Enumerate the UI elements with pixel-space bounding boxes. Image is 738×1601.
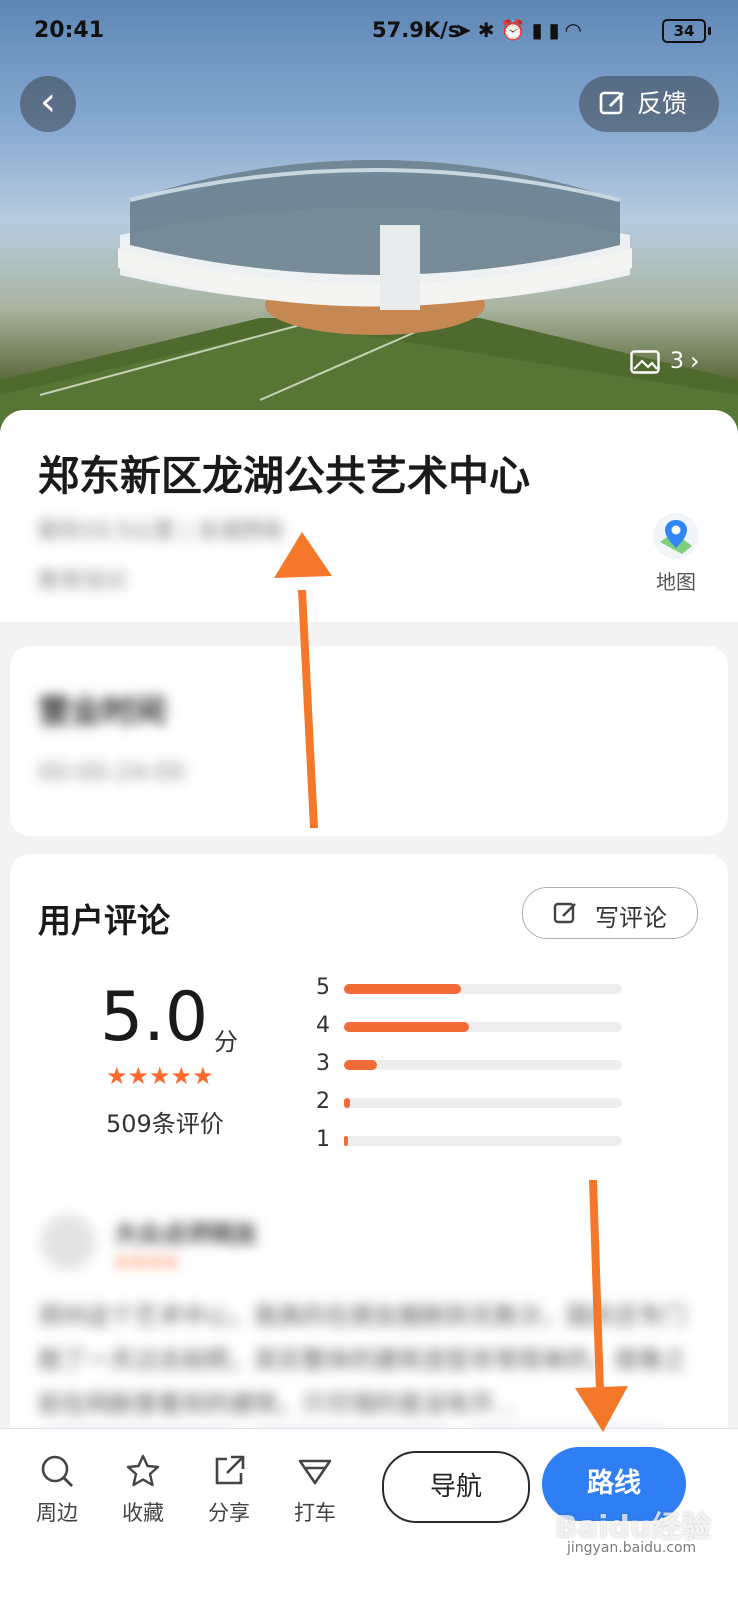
rating-bar-track — [344, 984, 622, 994]
signal-icon: ▮ — [531, 18, 549, 42]
share-icon — [215, 1455, 245, 1485]
tab-share[interactable]: 分享 — [194, 1453, 264, 1527]
tab-taxi[interactable]: 打车 — [280, 1453, 350, 1527]
rating-row-label: 5 — [316, 975, 330, 1000]
hero-photo[interactable] — [0, 0, 738, 440]
image-icon — [630, 350, 660, 374]
rating-bar-track — [344, 1060, 622, 1070]
write-review-label: 写评论 — [595, 904, 667, 932]
status-icons: ➤✱⏰▮▮◠ — [455, 18, 587, 42]
business-hours-card[interactable]: 营业时间 00:00-24:00 — [10, 646, 728, 836]
poi-title-text: 郑东新区龙湖公共艺术中心 — [38, 452, 530, 500]
map-button[interactable]: 地图 — [648, 512, 704, 595]
chevron-right-icon: › — [690, 347, 700, 375]
rating-bar-fill — [344, 1022, 470, 1032]
rating-bar-fill — [344, 984, 461, 994]
search-icon — [41, 1455, 73, 1487]
alarm-icon: ⏰ — [500, 18, 532, 42]
write-review-button[interactable]: 写评论 — [522, 887, 698, 939]
tab-favorite[interactable]: 收藏 — [108, 1453, 178, 1527]
edit-icon — [553, 902, 576, 924]
reviewer-stars: ★★★★ — [114, 1252, 179, 1273]
rating-row-label: 2 — [316, 1089, 330, 1114]
rating-bar-fill — [344, 1098, 350, 1108]
review-text[interactable]: 郑州这个艺术中心，我真的在朋友圈刷到无数次，国庆还专门跑了一天过去拍照，其实整体… — [38, 1294, 688, 1426]
feedback-label: 反馈 — [637, 89, 688, 118]
navigate-button[interactable]: 导航 — [382, 1451, 530, 1523]
reviews-title: 用户评论 — [38, 901, 170, 940]
rating-row-label: 3 — [316, 1051, 330, 1076]
rating-row-label: 4 — [316, 1013, 330, 1038]
hours-title: 营业时间 — [38, 692, 167, 730]
tab-share-label: 分享 — [208, 1501, 250, 1525]
rating-stars: ★★★★★ — [106, 1062, 214, 1090]
taxi-icon — [298, 1459, 332, 1485]
edit-icon — [599, 91, 625, 115]
tab-favorite-label: 收藏 — [122, 1501, 164, 1525]
poi-title: 郑东新区龙湖公共艺术中心 — [38, 442, 530, 502]
watermark-url: jingyan.baidu.com — [567, 1540, 697, 1556]
wifi-icon: ◠ — [565, 18, 587, 42]
signal-hd-icon: ▮ — [548, 18, 566, 42]
rating-row-5: 5 — [316, 975, 636, 1001]
rating-bar-fill — [344, 1060, 378, 1070]
feedback-button[interactable]: 反馈 — [579, 76, 719, 132]
photo-count: 3 — [670, 349, 684, 374]
tab-nearby[interactable]: 周边 — [22, 1453, 92, 1527]
status-bar: 20:41 57.9K/s ➤✱⏰▮▮◠ 34 — [0, 0, 738, 64]
location-icon: ➤ — [455, 18, 478, 42]
hours-value: 00:00-24:00 — [38, 758, 185, 786]
map-pin-icon — [653, 513, 699, 559]
rating-row-label: 1 — [316, 1127, 330, 1152]
rating-row-4: 4 — [316, 1013, 636, 1039]
rating-unit: 分 — [214, 1028, 238, 1056]
rating-row-2: 2 — [316, 1089, 636, 1115]
back-arrow-icon: ‹ — [40, 79, 56, 125]
map-label: 地图 — [656, 570, 696, 594]
poi-distance-address: 距你10.5公里 | 龙湖西街 — [38, 519, 285, 544]
rating-score: 5.0 — [100, 978, 209, 1057]
rating-row-3: 3 — [316, 1051, 636, 1077]
star-icon — [126, 1454, 160, 1487]
poi-category: 教育培训 — [38, 569, 127, 594]
tab-nearby-label: 周边 — [36, 1501, 78, 1525]
battery-indicator: 34 — [662, 19, 711, 43]
rating-row-1: 1 — [316, 1127, 636, 1153]
building-illustration — [0, 160, 738, 440]
rating-bar-fill — [344, 1136, 348, 1146]
reviewer-name: 大众点评网友 — [114, 1220, 258, 1248]
network-speed: 57.9K/s — [372, 18, 461, 42]
reviews-card: 用户评论 写评论 5.0 分 ★★★★★ 509条评价 5 4 3 2 1 大众点评网友… — [10, 854, 728, 1494]
rating-bar-track — [344, 1022, 622, 1032]
bluetooth-icon: ✱ — [477, 18, 501, 42]
avatar — [40, 1214, 96, 1270]
tab-taxi-label: 打车 — [294, 1501, 336, 1525]
rating-bar-track — [344, 1098, 622, 1108]
status-time: 20:41 — [34, 18, 105, 43]
rating-bar-track — [344, 1136, 622, 1146]
back-button[interactable]: ‹ — [20, 76, 76, 132]
review-count: 509条评价 — [106, 1110, 224, 1138]
